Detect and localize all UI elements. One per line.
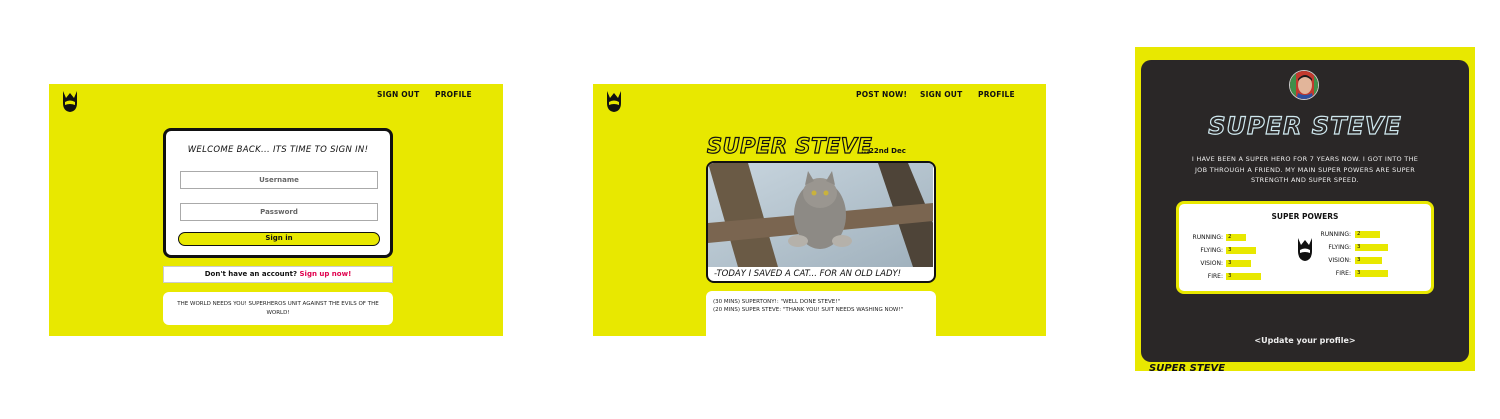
profile-bio: I HAVE BEEN A SUPER HERO FOR 7 YEARS NOW… [1191, 155, 1419, 184]
comment-item: (30 MINS) SUPERTONY!: "WELL DONE STEVE!" [713, 299, 840, 305]
signin-button[interactable]: Sign in [178, 232, 380, 246]
cat-photo [708, 163, 933, 267]
stat-label: FIRE: [1207, 273, 1223, 280]
profile-card: SUPER STEVE I HAVE BEEN A SUPER HERO FOR… [1141, 60, 1469, 362]
super-powers-card: SUPER POWERS RUNNING: 2 FLYING: 3 VISION… [1176, 201, 1434, 294]
avatar-icon [1290, 71, 1318, 99]
signup-prompt: Don't have an account? Sign up now! [163, 266, 393, 283]
signin-title: WELCOME BACK... ITS TIME TO SIGN IN! [187, 145, 369, 155]
stat-bar: 3 [1226, 273, 1261, 280]
stat-label: RUNNING: [1320, 231, 1351, 238]
signup-link[interactable]: Sign up now! [300, 270, 352, 278]
stat-bar: 3 [1226, 247, 1256, 254]
login-screen: SIGN OUT PROFILE WELCOME BACK... ITS TIM… [49, 84, 503, 336]
nav-sign-out[interactable]: SIGN OUT [377, 90, 419, 99]
profile-name: SUPER STEVE [1208, 111, 1402, 140]
stat-bar: 2 [1355, 231, 1380, 238]
hero-logo-icon[interactable] [605, 89, 623, 113]
stat-bar: 3 [1226, 260, 1251, 267]
nav-sign-out[interactable]: SIGN OUT [920, 90, 962, 99]
stat-label: FIRE: [1335, 270, 1351, 277]
comments-box: (30 MINS) SUPERTONY!: "WELL DONE STEVE!"… [706, 291, 936, 336]
stat-label: FLYING: [1200, 247, 1223, 254]
stat-bar: 3 [1355, 257, 1382, 264]
comment-item: (20 MINS) SUPER STEVE: "THANK YOU! SUIT … [713, 307, 904, 313]
profile-screen: SUPER STEVE I HAVE BEEN A SUPER HERO FOR… [1135, 47, 1475, 371]
post-hero-name: SUPER STEVE [706, 133, 873, 158]
post-screen: POST NOW! SIGN OUT PROFILE SUPER STEVE .… [593, 84, 1046, 336]
hero-logo-icon[interactable] [61, 89, 79, 113]
tagline: THE WORLD NEEDS YOU! SUPERHEROS UNIT AGA… [163, 292, 393, 325]
no-account-text: Don't have an account? [204, 270, 298, 278]
stat-label: VISION: [1328, 257, 1351, 264]
stat-label: FLYING: [1328, 244, 1351, 251]
post-card: -TODAY I SAVED A CAT... FOR AN OLD LADY! [706, 161, 936, 283]
post-caption: -TODAY I SAVED A CAT... FOR AN OLD LADY! [714, 269, 902, 279]
update-profile-link[interactable]: <Update your profile> [1141, 336, 1469, 345]
stat-bar: 3 [1355, 270, 1388, 277]
stat-bar: 2 [1226, 234, 1246, 241]
nav-profile[interactable]: PROFILE [978, 90, 1015, 99]
signin-card: WELCOME BACK... ITS TIME TO SIGN IN! Use… [163, 128, 393, 258]
stat-label: VISION: [1200, 260, 1223, 267]
username-input[interactable]: Username [180, 171, 378, 189]
password-input[interactable]: Password [180, 203, 378, 221]
nav-post-now[interactable]: POST NOW! [856, 90, 907, 99]
footer-hero-name: SUPER STEVE [1149, 363, 1226, 371]
stat-label: RUNNING: [1192, 234, 1223, 241]
nav-profile[interactable]: PROFILE [435, 90, 472, 99]
post-date: ...22nd Dec [861, 147, 906, 155]
stat-bar: 3 [1355, 244, 1388, 251]
avatar [1289, 70, 1319, 100]
powers-title: SUPER POWERS [1271, 212, 1339, 221]
